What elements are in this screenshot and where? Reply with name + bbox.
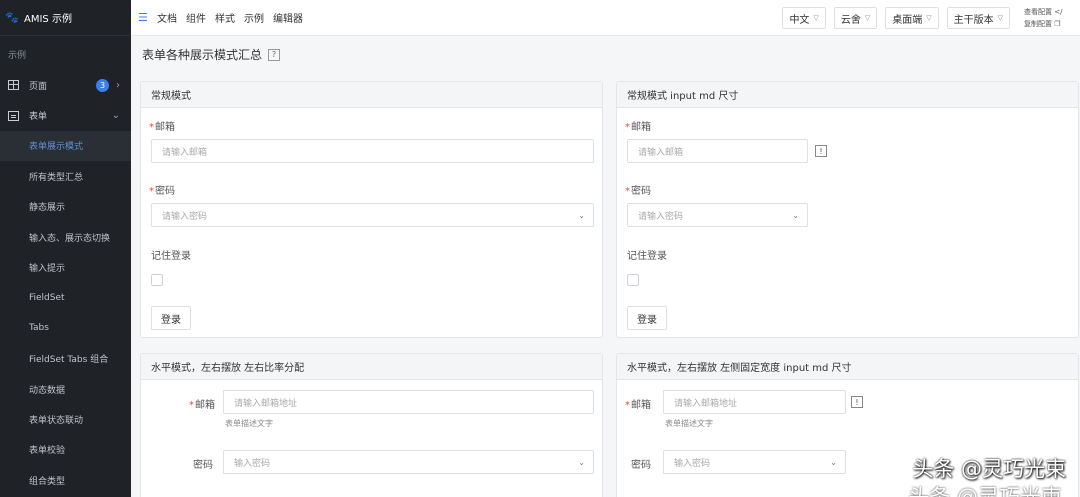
topbar-right: 中文 ▽ 云舍 ▽ 桌面端 ▽ 主干版本 ▽ 查看配置 </ 复制配置 ❐ <box>782 0 1080 36</box>
sidebar-item-form[interactable]: 表单 ⌄ <box>0 100 131 130</box>
form-icon <box>8 110 19 121</box>
panel-normal-mode: 常规模式 *邮箱 请输入邮箱 *密码 请输入密码 ⌄ 记住登录 登录 <box>140 81 603 338</box>
brand[interactable]: 🐾 AMIS 示例 <box>0 0 131 36</box>
panel-title: 水平模式，左右摆放 左右比率分配 <box>141 354 602 380</box>
remember-checkbox[interactable] <box>151 274 163 286</box>
remember-label: 记住登录 <box>151 251 191 262</box>
email-input[interactable]: 请输入邮箱地址 <box>663 390 846 414</box>
sidebar-item-label: 页面 <box>29 81 48 92</box>
code-icon: </ <box>1054 8 1063 16</box>
sidebar-subitem-input-hint[interactable]: 输入提示 <box>0 252 131 282</box>
chevron-down-icon: ⌄ <box>578 457 585 467</box>
sidebar-subitem-tabs[interactable]: Tabs <box>0 313 131 343</box>
watermark-text: 头条 @灵巧光束 <box>912 457 1066 481</box>
sidebar-subitem-dynamic-data[interactable]: 动态数据 <box>0 374 131 404</box>
info-icon[interactable]: ! <box>815 145 827 157</box>
chevron-down-icon: ▽ <box>926 14 932 22</box>
panel-normal-md-mode: 常规模式 input md 尺寸 *邮箱 请输入邮箱 ! *密码 请输入密码 ⌄… <box>616 81 1079 338</box>
chevron-down-icon: ⌄ <box>792 210 799 220</box>
panel-title: 常规模式 input md 尺寸 <box>617 82 1078 108</box>
password-label: 密码 <box>631 460 651 471</box>
sidebar-subitem-form-linkage[interactable]: 表单状态联动 <box>0 404 131 434</box>
version-select[interactable]: 主干版本 ▽ <box>946 7 1010 29</box>
email-label: *邮箱 <box>625 122 651 133</box>
language-select[interactable]: 中文 ▽ <box>782 7 826 29</box>
sidebar-subitem-validation[interactable]: 表单校验 <box>0 435 131 465</box>
device-value: 桌面端 <box>892 14 923 26</box>
email-label: *邮箱 <box>149 122 175 133</box>
grid-icon <box>8 80 19 91</box>
copy-icon: ❐ <box>1054 20 1061 28</box>
password-label: *密码 <box>625 186 651 197</box>
main-content: 表单各种展示模式汇总 ? 常规模式 *邮箱 请输入邮箱 *密码 请输入密码 ⌄ … <box>131 36 1080 497</box>
sidebar-subitem-static[interactable]: 静态展示 <box>0 192 131 222</box>
sidebar-item-label: 表单 <box>29 112 48 123</box>
watermark-text-secondary: 头条 @灵巧光束 <box>908 485 1062 497</box>
remember-label: 记住登录 <box>627 251 667 262</box>
login-button[interactable]: 登录 <box>151 306 191 330</box>
sidebar-subitem-fieldset-tabs[interactable]: FieldSet Tabs 组合 <box>0 344 131 374</box>
chevron-down-icon: ▽ <box>813 14 819 22</box>
page-title: 表单各种展示模式汇总 ? <box>142 46 281 63</box>
panel-title: 水平模式，左右摆放 左侧固定宽度 input md 尺寸 <box>617 354 1078 380</box>
sidebar-subitem-all-types[interactable]: 所有类型汇总 <box>0 161 131 191</box>
panel-horizontal-mode: 水平模式，左右摆放 左右比率分配 *邮箱 请输入邮箱地址 表单描述文字 密码 输… <box>140 353 603 497</box>
email-label: *邮箱 <box>625 400 651 411</box>
password-input[interactable]: 输入密码 ⌄ <box>663 450 846 474</box>
sidebar-subitem-combo[interactable]: 组合类型 <box>0 465 131 495</box>
config-tools: 查看配置 </ 复制配置 ❐ <box>1018 6 1080 30</box>
panel-title: 常规模式 <box>141 82 602 108</box>
email-label: *邮箱 <box>189 400 215 411</box>
chevron-right-icon: › <box>116 79 120 91</box>
copy-config-link[interactable]: 复制配置 ❐ <box>1024 18 1080 30</box>
sidebar: 🐾 AMIS 示例 示例 页面 3 › 表单 ⌄ 表单展示模式 所有类型汇总 静… <box>0 0 131 497</box>
email-input[interactable]: 请输入邮箱地址 <box>223 390 594 414</box>
help-icon[interactable]: ? <box>268 48 281 61</box>
chevron-down-icon: ⌄ <box>830 457 837 467</box>
email-input[interactable]: 请输入邮箱 <box>627 139 808 163</box>
password-label: *密码 <box>149 186 175 197</box>
sidebar-item-page[interactable]: 页面 3 › <box>0 70 131 100</box>
brand-title: AMIS 示例 <box>24 14 72 25</box>
view-config-link[interactable]: 查看配置 </ <box>1024 6 1080 18</box>
email-description: 表单描述文字 <box>225 419 273 428</box>
count-badge: 3 <box>96 78 109 92</box>
chevron-down-icon: ▽ <box>997 14 1003 22</box>
password-label: 密码 <box>193 460 213 471</box>
email-description: 表单描述文字 <box>665 419 713 428</box>
paw-logo-icon: 🐾 <box>5 11 19 24</box>
sidebar-subitem-input-static-switch[interactable]: 输入态、展示态切换 <box>0 222 131 252</box>
device-select[interactable]: 桌面端 ▽ <box>885 7 939 29</box>
chevron-down-icon: ⌄ <box>111 110 120 122</box>
password-input[interactable]: 请输入密码 ⌄ <box>151 203 594 227</box>
sidebar-subitem-fieldset[interactable]: FieldSet <box>0 283 131 313</box>
nav-link-docs[interactable]: 文档 <box>157 10 177 25</box>
chevron-down-icon: ▽ <box>864 14 871 22</box>
menu-toggle-icon[interactable]: ☰ <box>138 11 150 24</box>
nav-link-styles[interactable]: 样式 <box>215 10 235 25</box>
topbar: ☰ 文档 组件 样式 示例 编辑器 中文 ▽ 云舍 ▽ 桌面端 ▽ 主干版本 ▽… <box>131 0 1080 36</box>
nav-link-examples[interactable]: 示例 <box>244 10 264 25</box>
theme-select[interactable]: 云舍 ▽ <box>833 7 878 29</box>
chevron-down-icon: ⌄ <box>578 210 585 220</box>
login-button[interactable]: 登录 <box>627 306 667 330</box>
sidebar-subitem-form-modes[interactable]: 表单展示模式 <box>0 130 131 162</box>
password-input[interactable]: 输入密码 ⌄ <box>223 450 594 474</box>
password-input[interactable]: 请输入密码 ⌄ <box>627 203 808 227</box>
remember-checkbox[interactable] <box>627 274 639 286</box>
language-value: 中文 <box>789 14 810 26</box>
nav-link-editor[interactable]: 编辑器 <box>273 10 303 25</box>
theme-value: 云舍 <box>840 14 861 26</box>
version-value: 主干版本 <box>953 14 994 26</box>
info-icon[interactable]: ! <box>851 396 863 408</box>
sidebar-section-label: 示例 <box>8 51 27 61</box>
nav-link-components[interactable]: 组件 <box>186 10 206 25</box>
email-input[interactable]: 请输入邮箱 <box>151 139 594 163</box>
